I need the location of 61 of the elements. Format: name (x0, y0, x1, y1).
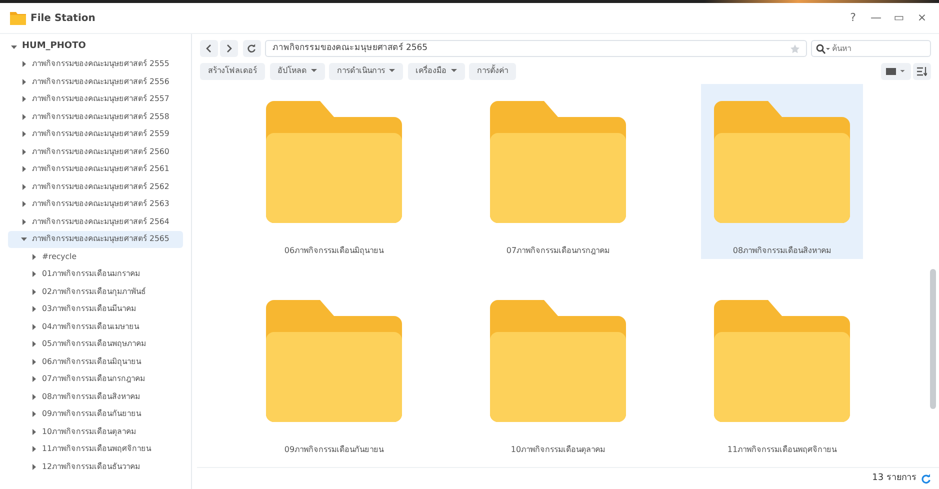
dropdown-button[interactable]: อัปโหลด (270, 62, 324, 80)
maximize-button[interactable]: ▭ (892, 10, 906, 26)
forward-button[interactable] (220, 40, 238, 57)
back-button[interactable] (200, 40, 218, 57)
refresh-icon (247, 44, 256, 53)
folder-name[interactable]: 10ภาพกิจกรรมเดือนตุลาคม (510, 444, 606, 456)
dropdown-button[interactable]: เครื่องมือ (408, 62, 464, 80)
forward-icon (225, 44, 234, 53)
expand-icon[interactable] (30, 252, 38, 261)
folder-name[interactable]: 07ภาพกิจกรรมเดือนกรกฎาคม (506, 245, 610, 257)
folder-name[interactable]: 08ภาพกิจกรรมเดือนสิงหาคม (732, 245, 832, 257)
expand-icon[interactable] (30, 322, 38, 331)
tree-item[interactable]: HUM_PHOTO (22, 40, 86, 54)
expand-icon[interactable] (30, 340, 38, 348)
path-field[interactable]: ภาพกิจกรรมของคณะมนุษยศาสตร์ 2565 (265, 40, 806, 57)
close-button[interactable]: × (915, 10, 929, 26)
expand-icon[interactable] (30, 305, 38, 314)
expand-icon[interactable] (20, 130, 28, 138)
refresh-button[interactable] (242, 40, 261, 57)
window-title: File Station (30, 12, 96, 26)
search-box[interactable]: ค้นหา (811, 40, 931, 57)
folder-icon (10, 11, 26, 25)
refresh-icon[interactable] (921, 474, 931, 484)
expand-icon[interactable] (20, 182, 28, 191)
expand-icon[interactable] (20, 60, 28, 68)
collapse-icon[interactable] (20, 235, 28, 244)
expand-icon[interactable] (30, 288, 38, 296)
expand-icon[interactable] (20, 112, 28, 121)
expand-icon[interactable] (30, 375, 38, 384)
expand-icon[interactable] (30, 410, 38, 418)
expand-icon[interactable] (30, 445, 38, 454)
toolbar-button[interactable]: การตั้งค่า (469, 62, 516, 80)
expand-icon[interactable] (30, 358, 38, 366)
expand-icon[interactable] (20, 148, 28, 156)
view-button[interactable] (880, 62, 911, 80)
folder-name[interactable]: 11ภาพกิจกรรมเดือนพฤศจิกายน (727, 444, 837, 456)
expand-icon[interactable] (20, 200, 28, 208)
folder-tile[interactable]: 08ภาพกิจกรรมเดือนสิงหาคม (701, 84, 863, 259)
dropdown-button[interactable]: การดำเนินการ (329, 62, 403, 80)
caret-icon (900, 70, 906, 72)
view-icon (886, 68, 896, 74)
toolbar-button[interactable]: สร้างโฟลเดอร์ (200, 62, 265, 80)
star-icon[interactable] (790, 44, 800, 54)
sort-button[interactable] (913, 62, 931, 80)
sort-icon (917, 66, 927, 76)
collapse-icon[interactable] (10, 42, 18, 51)
expand-icon[interactable] (30, 462, 38, 471)
search-icon (816, 44, 830, 54)
expand-icon[interactable] (30, 270, 38, 278)
expand-icon[interactable] (20, 95, 28, 104)
expand-icon[interactable] (30, 392, 38, 401)
item-count: 13 รายการ (872, 472, 916, 485)
back-icon (205, 44, 213, 53)
expand-icon[interactable] (20, 218, 28, 226)
help-button[interactable]: ? (846, 10, 860, 26)
folder-name[interactable]: 09ภาพกิจกรรมเดือนกันยายน (284, 444, 384, 456)
minimize-button[interactable]: — (869, 10, 883, 26)
expand-icon[interactable] (30, 428, 38, 436)
expand-icon[interactable] (20, 78, 28, 86)
expand-icon[interactable] (20, 165, 28, 174)
folder-name[interactable]: 06ภาพกิจกรรมเดือนมิถุนายน (284, 245, 384, 257)
